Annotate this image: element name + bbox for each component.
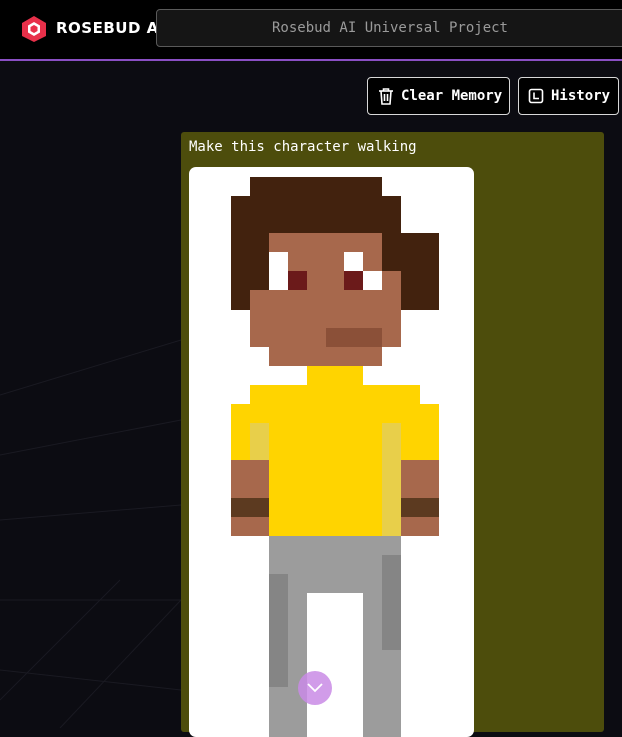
top-bar: ROSEBUD AI Rosebud AI Universal Project (0, 0, 622, 61)
history-button[interactable]: History (518, 77, 619, 115)
trash-icon (379, 88, 393, 105)
project-name-field[interactable]: Rosebud AI Universal Project (156, 9, 622, 47)
chevron-down-icon (307, 683, 323, 693)
chat-message-card: Make this character walking (181, 132, 604, 737)
scroll-down-button[interactable] (298, 671, 332, 705)
history-icon (528, 88, 544, 104)
clear-memory-label: Clear Memory (401, 88, 503, 104)
project-name-text: Rosebud AI Universal Project (271, 20, 508, 36)
character-image[interactable] (189, 167, 474, 737)
pixel-character-sprite (231, 177, 439, 737)
clear-memory-button[interactable]: Clear Memory (367, 77, 510, 115)
brand-name: ROSEBUD AI (56, 19, 165, 37)
rosebud-logo-icon[interactable] (20, 15, 48, 43)
user-prompt: Make this character walking (189, 139, 417, 155)
history-label: History (551, 88, 611, 104)
